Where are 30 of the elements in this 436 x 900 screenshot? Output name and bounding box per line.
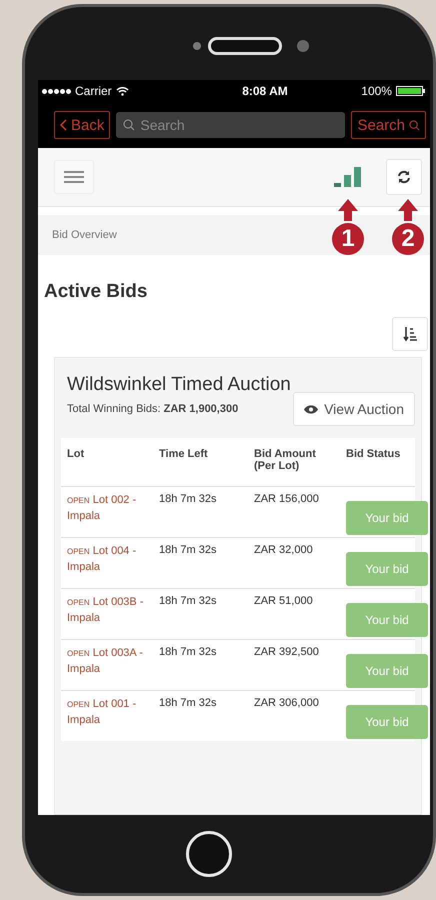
time-left: 18h 7m 32s: [159, 697, 218, 709]
time-left: 18h 7m 32s: [159, 544, 218, 556]
lot-name[interactable]: OPEN Lot 001 - Impala: [67, 697, 159, 729]
search-button[interactable]: Search: [351, 111, 426, 139]
lot-name[interactable]: OPEN Lot 003A - Impala: [67, 646, 159, 678]
lot-name[interactable]: OPEN Lot 004 - Impala: [67, 544, 159, 576]
section-heading: Active Bids: [44, 281, 148, 303]
bid-amount: ZAR 306,000: [254, 697, 320, 709]
column-header: Bid Status: [346, 448, 402, 462]
time-left: 18h 7m 32s: [159, 646, 218, 658]
search-field[interactable]: Search: [116, 112, 346, 138]
bid-amount: ZAR 32,000: [254, 544, 314, 556]
column-header: Lot: [67, 448, 86, 462]
view-auction-button[interactable]: View Auction: [293, 392, 415, 426]
carrier-name: Carrier: [75, 84, 112, 98]
time-left: 18h 7m 32s: [159, 493, 218, 505]
lot-name[interactable]: OPEN Lot 003B - Impala: [67, 595, 159, 627]
back-button[interactable]: Back: [54, 111, 110, 139]
breadcrumb-link[interactable]: Bid Overview: [52, 229, 117, 241]
lot-name[interactable]: OPEN Lot 002 - Impala: [67, 493, 159, 525]
clock-time: 8:08 AM: [241, 84, 288, 98]
time-left: 18h 7m 32s: [159, 595, 218, 607]
battery-percent: 100%: [361, 84, 392, 98]
bid-amount: ZAR 156,000: [254, 493, 320, 505]
bid-amount: ZAR 392,500: [254, 646, 320, 658]
column-header: Bid Amount (Per Lot): [254, 448, 317, 474]
total-winning-bids: Total Winning Bids: ZAR 1,900,300: [67, 403, 238, 415]
column-header: Time Left: [159, 448, 209, 462]
auction-title: Wildswinkel Timed Auction: [67, 374, 292, 396]
bid-amount: ZAR 51,000: [254, 595, 314, 607]
